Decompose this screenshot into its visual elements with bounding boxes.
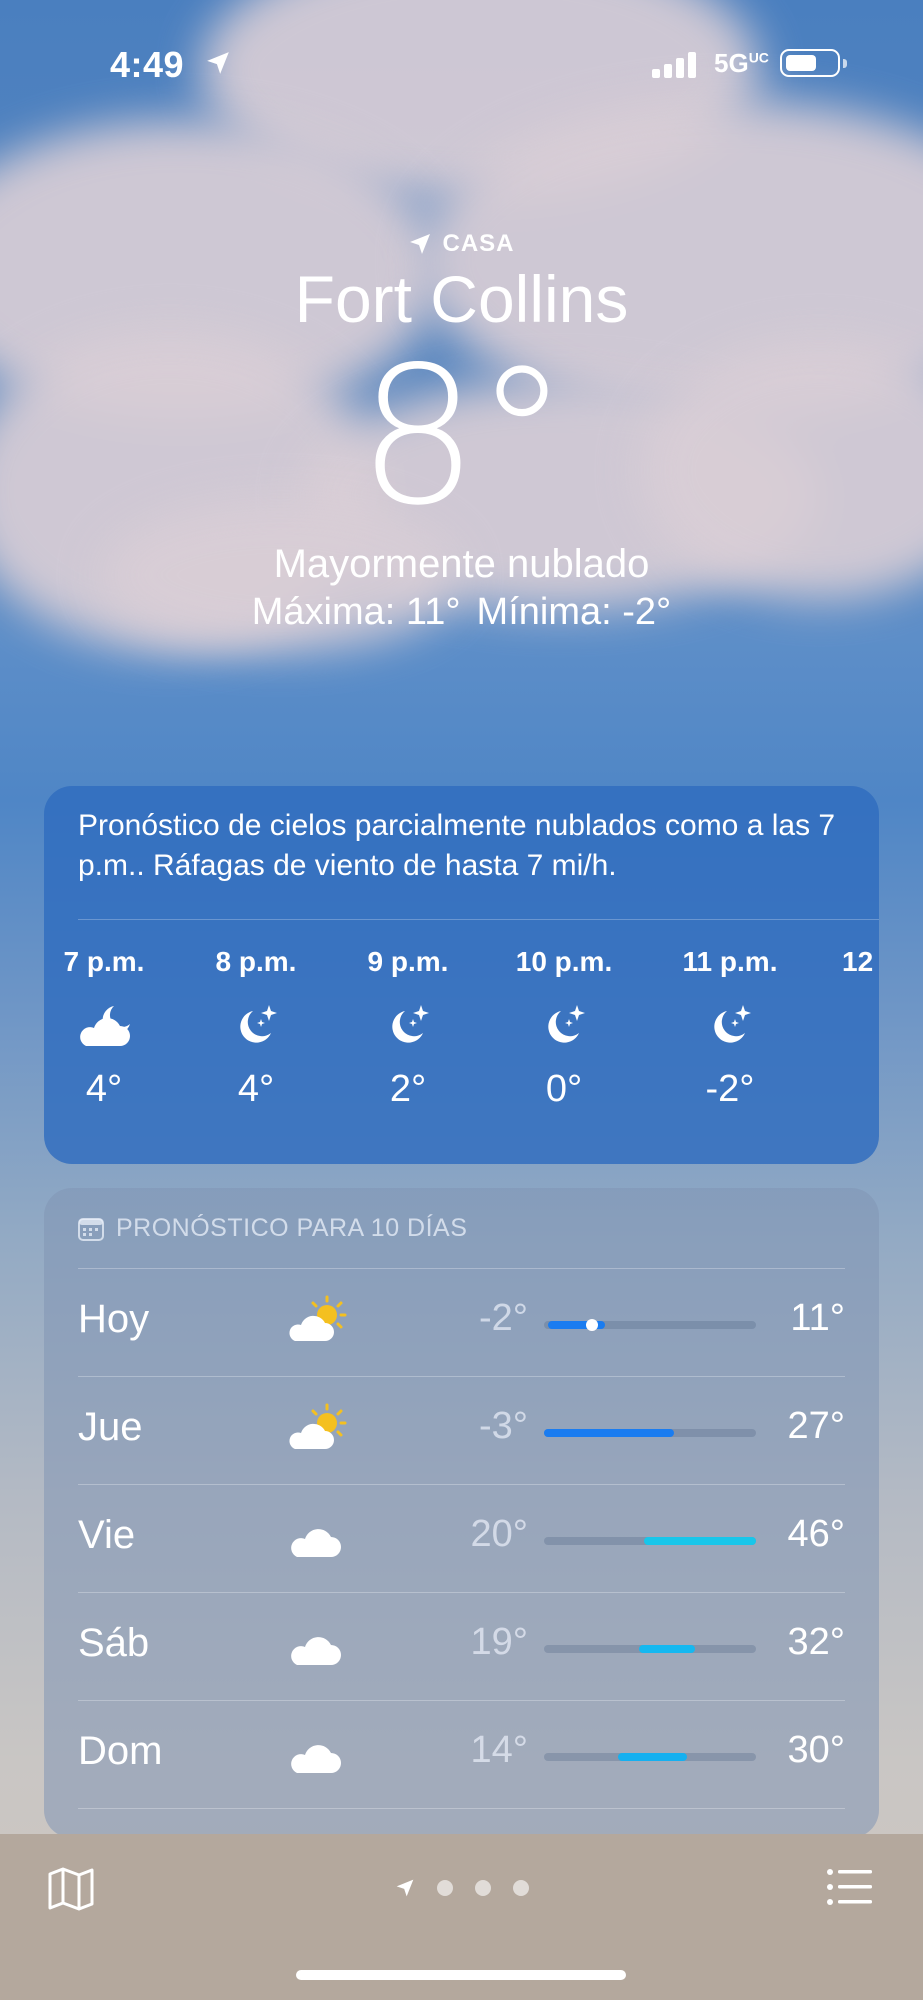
page-dot[interactable] [437, 1880, 453, 1896]
low-temp: -2° [479, 1297, 528, 1339]
page-dot[interactable] [513, 1880, 529, 1896]
high-temp: 30° [787, 1729, 845, 1771]
low-temp: 20° [470, 1513, 528, 1555]
sun-cloud-icon [289, 1295, 347, 1341]
location-arrow-icon [410, 234, 431, 254]
location-arrow-icon [207, 52, 229, 74]
day-label: Hoy [78, 1297, 150, 1341]
low-temp: 19° [470, 1621, 528, 1663]
status-time: 4:49 [110, 44, 185, 85]
network-type: 5GUC [714, 48, 769, 78]
high-temp: 27° [787, 1405, 845, 1447]
high-temp: 46° [787, 1513, 845, 1555]
day-row[interactable]: Dom 14° 30° [78, 1700, 845, 1809]
list-icon[interactable] [826, 1866, 874, 1908]
city-name: Fort Collins [294, 262, 629, 336]
page-indicator[interactable] [395, 1878, 529, 1898]
calendar-icon [78, 1217, 104, 1241]
low-temp: 14° [470, 1729, 528, 1771]
hour-item[interactable]: 11 p.m. -2° [670, 946, 790, 1111]
condition-text: Mayormente nublado [273, 542, 650, 586]
hourly-forecast-card[interactable]: Pronóstico de cielos parcialmente nublad… [44, 786, 879, 1164]
temp-range-bar [544, 1537, 756, 1545]
moon-stars-icon [196, 996, 316, 1056]
temp-range-bar [544, 1319, 756, 1331]
hour-item[interactable]: 12 [842, 946, 879, 990]
hour-item[interactable]: 8 p.m. 4° [196, 946, 316, 1111]
cloud-icon [291, 1637, 341, 1665]
temp-range-fill [639, 1645, 696, 1653]
moon-stars-icon [670, 996, 790, 1056]
current-temperature: 8° [357, 326, 570, 547]
daily-forecast-header: PRONÓSTICO PARA 10 DÍAS [78, 1214, 467, 1243]
moon-stars-icon [504, 996, 624, 1056]
day-label: Sáb [78, 1621, 150, 1665]
home-indicator[interactable] [296, 1970, 626, 1980]
moon-cloud-icon [44, 996, 164, 1056]
hour-item[interactable]: 7 p.m. 4° [44, 946, 164, 1111]
forecast-summary: Pronóstico de cielos parcialmente nublad… [78, 809, 836, 882]
sun-cloud-icon [289, 1403, 347, 1449]
moon-stars-icon [348, 996, 468, 1056]
cloud-icon [291, 1745, 341, 1773]
day-label: Jue [78, 1405, 143, 1449]
hour-item[interactable]: 10 p.m. 0° [504, 946, 624, 1111]
high-temp: 32° [787, 1621, 845, 1663]
daily-forecast-card[interactable]: PRONÓSTICO PARA 10 DÍAS Hoy -2° 11° Jue … [44, 1188, 879, 1838]
high-temp: Máxima: 11° [251, 591, 461, 633]
temp-range-fill [617, 1753, 687, 1761]
map-icon[interactable] [46, 1864, 96, 1914]
temp-range-bar [544, 1753, 756, 1761]
day-label: Dom [78, 1729, 163, 1773]
temp-range-bar [544, 1645, 756, 1653]
current-temp-dot [585, 1319, 598, 1331]
temp-range-fill [643, 1537, 756, 1545]
page-dot[interactable] [475, 1880, 491, 1896]
current-weather: CASA Fort Collins 8° Mayormente nublado … [0, 230, 923, 634]
day-row[interactable]: Sáb 19° 32° [78, 1592, 845, 1701]
status-bar: 4:49 5GUC [0, 40, 923, 90]
cloud-icon [291, 1529, 341, 1557]
day-label: Vie [78, 1513, 136, 1557]
battery-icon [780, 49, 847, 77]
day-row[interactable]: Hoy -2° 11° [78, 1268, 845, 1377]
day-row[interactable]: Vie 20° 46° [78, 1484, 845, 1593]
signal-strength-icon [652, 52, 698, 78]
divider [78, 919, 879, 920]
temp-range-fill [544, 1429, 674, 1437]
high-temp: 11° [790, 1297, 845, 1339]
location-arrow-icon [396, 1879, 414, 1897]
location-label: CASA [0, 230, 923, 258]
hour-item[interactable]: 9 p.m. 2° [348, 946, 468, 1111]
low-temp: -3° [479, 1405, 528, 1447]
day-row[interactable]: Jue -3° 27° [78, 1376, 845, 1485]
high-low: Máxima: 11° Mínima: -2° [0, 591, 923, 634]
low-temp: Mínima: -2° [476, 591, 672, 633]
temp-range-bar [544, 1429, 756, 1437]
